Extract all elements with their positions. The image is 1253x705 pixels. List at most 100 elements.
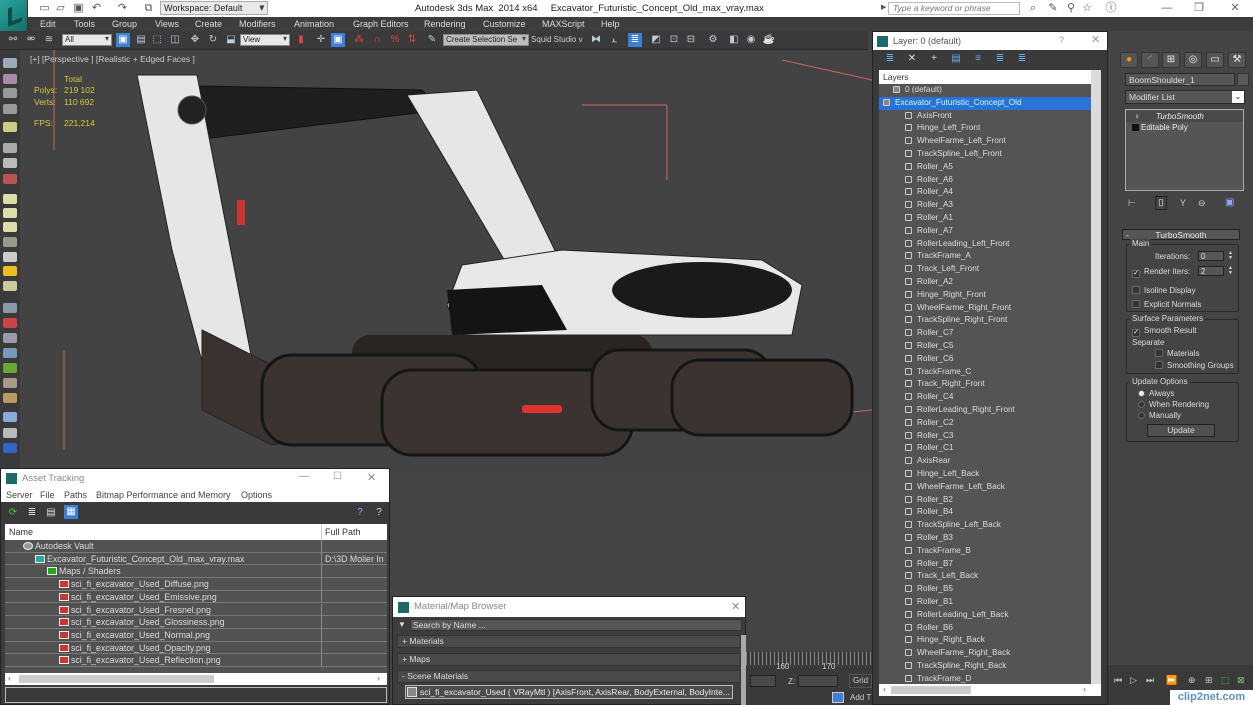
- object-row[interactable]: Roller_A6: [879, 174, 1091, 187]
- category-maps[interactable]: + Maps: [397, 653, 741, 666]
- iterations-spinner-arrows[interactable]: ▲ ▼: [1228, 251, 1234, 261]
- object-row[interactable]: Hinge_Left_Front: [879, 122, 1091, 135]
- light-icon[interactable]: [3, 122, 17, 132]
- binoculars-icon[interactable]: ⌕: [1026, 2, 1040, 15]
- dynamics-icon[interactable]: [3, 318, 17, 328]
- angle-snap-icon[interactable]: ∩: [370, 33, 384, 47]
- object-row[interactable]: Roller_C4: [879, 391, 1091, 404]
- object-row[interactable]: RollerLeading_Left_Back: [879, 609, 1091, 622]
- motion-tab-icon[interactable]: ◎: [1184, 52, 1202, 68]
- utilities-tab-icon[interactable]: ⚒: [1228, 52, 1246, 68]
- render-setup-icon[interactable]: ◧: [727, 33, 741, 47]
- object-row[interactable]: TrackSpline_Left_Front: [879, 148, 1091, 161]
- new-file-icon[interactable]: ▭: [38, 2, 51, 14]
- percent-snap-icon[interactable]: %: [388, 33, 402, 47]
- detail-view-icon[interactable]: ▤: [44, 506, 58, 520]
- update-button[interactable]: Update: [1147, 424, 1215, 437]
- asset-row[interactable]: sci_fi_excavator_Used_Glossiness.png: [5, 616, 387, 629]
- object-color-swatch[interactable]: [1237, 73, 1249, 86]
- layer-row[interactable]: 0 (default): [879, 84, 1091, 97]
- asset-maximize-button[interactable]: ☐: [333, 471, 342, 482]
- object-row[interactable]: TrackFrame_C: [879, 366, 1091, 379]
- spinner-snap-icon[interactable]: ⇅: [405, 33, 419, 47]
- menu-modifiers[interactable]: Modifiers: [239, 17, 276, 31]
- add-to-layer-icon[interactable]: +: [927, 52, 941, 66]
- vault-help-icon[interactable]: ?: [353, 506, 367, 520]
- previous-frame-icon[interactable]: ⏮: [1114, 675, 1122, 686]
- asset-menu-file[interactable]: File: [40, 488, 55, 502]
- asset-row[interactable]: sci_fi_excavator_Used_Fresnel.png: [5, 603, 387, 617]
- show-end-result-icon[interactable]: ▯: [1155, 196, 1167, 210]
- minimize-button[interactable]: —: [1152, 0, 1182, 17]
- object-row[interactable]: Roller_A5: [879, 161, 1091, 174]
- menu-views[interactable]: Views: [155, 17, 179, 31]
- sky-light-icon[interactable]: [3, 281, 17, 291]
- isoline-display-checkbox[interactable]: Isoline Display: [1132, 286, 1196, 295]
- zoom-extents-all-icon[interactable]: ⊠: [1237, 675, 1245, 686]
- zoom-all-icon[interactable]: ⊞: [1205, 675, 1213, 686]
- highlight-selected-icon[interactable]: ≡: [971, 52, 985, 66]
- smoothing-groups-checkbox[interactable]: Smoothing Groups: [1155, 361, 1234, 370]
- helper-icon[interactable]: [3, 158, 17, 168]
- menu-graph-editors[interactable]: Graph Editors: [353, 17, 409, 31]
- stack-item-editable-poly[interactable]: Editable Poly: [1126, 122, 1243, 133]
- object-name-field[interactable]: BoomShoulder_1: [1125, 73, 1235, 86]
- material-scrollbar[interactable]: [741, 635, 746, 705]
- object-row[interactable]: Hinge_Left_Back: [879, 468, 1091, 481]
- asset-row[interactable]: sci_fi_excavator_Used_Normal.png: [5, 628, 387, 642]
- object-row[interactable]: TrackFrame_A: [879, 250, 1091, 263]
- object-row[interactable]: Track_Right_Front: [879, 378, 1091, 391]
- squid-studio-label[interactable]: Squid Studio v: [531, 35, 583, 44]
- particles-icon[interactable]: [3, 303, 17, 313]
- menu-customize[interactable]: Customize: [483, 17, 526, 31]
- sphere-primitive-icon[interactable]: [3, 208, 17, 218]
- layer-manager-icon[interactable]: ≣: [628, 33, 642, 47]
- pivot-center-icon[interactable]: ▮: [294, 33, 308, 47]
- modifier-list-dropdown[interactable]: Modifier List ⌄: [1125, 90, 1245, 104]
- communication-center-icon[interactable]: ⚲: [1064, 2, 1078, 15]
- object-row[interactable]: WheelFarme_Right_Front: [879, 302, 1091, 315]
- object-row[interactable]: AxisRear: [879, 455, 1091, 468]
- asset-row[interactable]: Maps / Shaders: [5, 565, 387, 579]
- snaps-toggle-icon[interactable]: ⁂: [352, 33, 366, 47]
- object-row[interactable]: Roller_A2: [879, 276, 1091, 289]
- object-row[interactable]: Roller_B4: [879, 506, 1091, 519]
- object-row[interactable]: TrackFrame_D: [879, 673, 1091, 684]
- menu-group[interactable]: Group: [112, 17, 137, 31]
- object-row[interactable]: TrackSpline_Left_Back: [879, 519, 1091, 532]
- vray-camera-icon[interactable]: [3, 428, 17, 438]
- browser-options-icon[interactable]: ▼: [398, 620, 406, 629]
- asset-menu-bitmap[interactable]: Bitmap Performance and Memory: [96, 488, 231, 502]
- mirror-icon[interactable]: ⧓: [589, 33, 603, 47]
- object-row[interactable]: Roller_A1: [879, 212, 1091, 225]
- modify-tab-icon[interactable]: ◜: [1141, 52, 1159, 68]
- scene-icon[interactable]: [3, 74, 17, 84]
- manually-radio[interactable]: Manually: [1138, 411, 1181, 420]
- camera-icon[interactable]: [3, 143, 17, 153]
- stack-item-turbosmooth[interactable]: TurboSmooth: [1126, 111, 1243, 122]
- material-editor-icon[interactable]: ⚙: [706, 33, 720, 47]
- perspective-viewport[interactable]: [+] [Perspective ] [Realistic + Edged Fa…: [22, 50, 872, 470]
- column-full-path[interactable]: Full Path: [325, 524, 361, 540]
- make-unique-icon[interactable]: Y: [1180, 198, 1186, 208]
- render-iters-spinner-arrows[interactable]: ▲ ▼: [1228, 266, 1234, 276]
- object-row[interactable]: WheelFarme_Right_Back: [879, 647, 1091, 660]
- object-row[interactable]: Roller_B2: [879, 494, 1091, 507]
- schematic-view-icon[interactable]: ⊟: [684, 33, 698, 47]
- create-tab-icon[interactable]: ●: [1120, 52, 1138, 68]
- delete-layer-icon[interactable]: ✕: [905, 52, 919, 66]
- vray-sky-icon[interactable]: [3, 412, 17, 422]
- cylinder-primitive-icon[interactable]: [3, 222, 17, 232]
- render-iters-checkbox[interactable]: ✓ Render Iters:: [1132, 267, 1190, 278]
- add-time-tag-label[interactable]: Add T: [850, 693, 871, 702]
- curve-editor-icon[interactable]: ⊡: [667, 33, 681, 47]
- y-coordinate-field[interactable]: [750, 675, 776, 687]
- pin-stack-icon[interactable]: ⊢: [1128, 198, 1136, 209]
- layer-close-button[interactable]: ✕: [1091, 33, 1100, 46]
- object-row[interactable]: Roller_C5: [879, 340, 1091, 353]
- app-logo-button[interactable]: [0, 0, 28, 33]
- object-row[interactable]: TrackFrame_B: [879, 545, 1091, 558]
- material-search-input[interactable]: Search by Name ...: [410, 619, 742, 631]
- menu-edit[interactable]: Edit: [40, 17, 56, 31]
- select-and-move-icon[interactable]: ✥: [188, 33, 202, 47]
